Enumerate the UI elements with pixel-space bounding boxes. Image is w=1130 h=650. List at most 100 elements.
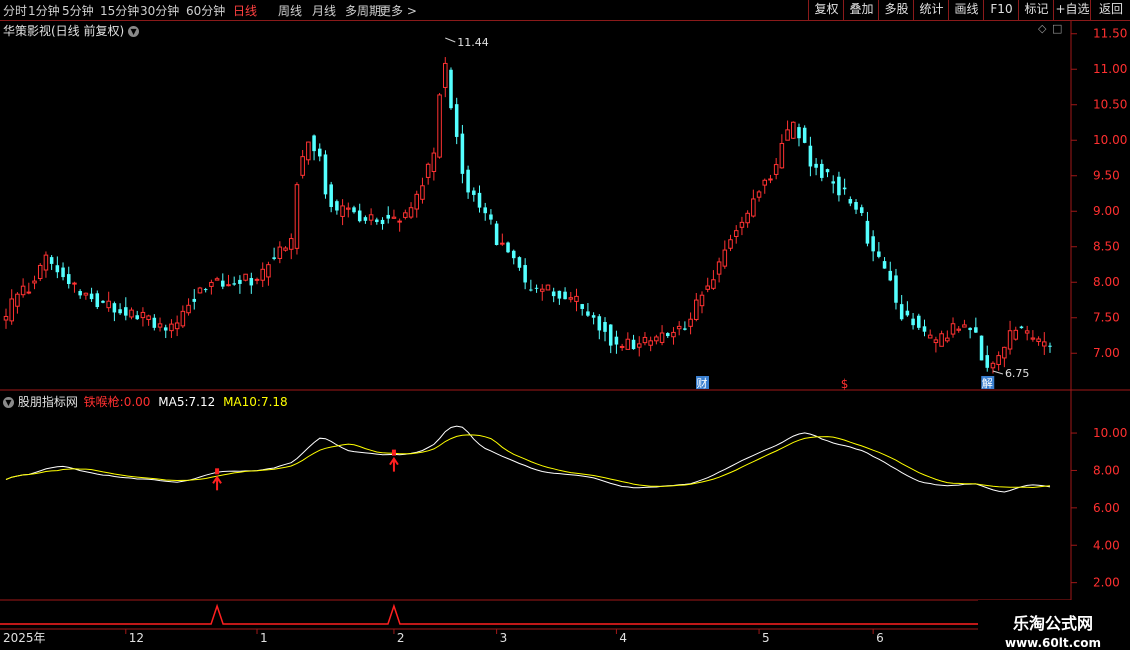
- signal-value: 0.00: [123, 395, 151, 409]
- candle-body-126: [722, 249, 728, 267]
- candle-body-21: [124, 307, 128, 316]
- candle-body-156: [894, 275, 898, 303]
- indicator-axis: 2.00 4.00 6.00 8.00 10.00: [1071, 426, 1127, 590]
- candle-body-144: [825, 169, 830, 173]
- toolbar-button-5[interactable]: F10: [983, 0, 1019, 20]
- square-icon[interactable]: □: [1052, 22, 1062, 35]
- candle-body-23: [135, 315, 139, 320]
- candle-body-10: [61, 267, 65, 278]
- candle-body-94: [539, 288, 545, 292]
- candle-body-77: [443, 62, 448, 88]
- timeframe-10[interactable]: 更多 >: [379, 2, 417, 19]
- candle-body-15: [89, 293, 94, 300]
- toolbar-button-7[interactable]: +自选: [1053, 0, 1091, 20]
- candle-body-150: [859, 207, 864, 214]
- chevron-down-icon[interactable]: ▼: [128, 26, 140, 37]
- candle-body-1: [9, 298, 14, 322]
- ind-tick-label-0: 2.00: [1093, 576, 1120, 590]
- candle-body-111: [636, 343, 642, 348]
- candle-body-81: [466, 169, 470, 193]
- candle-body-4: [26, 291, 32, 294]
- candle-body-165: [945, 337, 950, 342]
- timeframe-9[interactable]: 多周期: [345, 2, 381, 19]
- candle-body-122: [699, 294, 705, 307]
- candle-body-44: [254, 278, 260, 281]
- ind-tick-label-1: 4.00: [1093, 538, 1120, 552]
- candle-body-137: [785, 129, 790, 141]
- candle-body-146: [837, 176, 841, 196]
- timeframe-8[interactable]: 月线: [312, 2, 336, 19]
- toolbar-button-8[interactable]: 返回: [1090, 0, 1130, 20]
- timeframe-0[interactable]: 分时: [3, 2, 27, 19]
- candle-body-42: [243, 273, 248, 281]
- timeframe-2[interactable]: 5分钟: [62, 2, 94, 19]
- candle-body-107: [614, 336, 619, 345]
- candle-body-50: [288, 238, 294, 250]
- candle-body-53: [306, 141, 311, 161]
- candle-body-98: [563, 291, 567, 300]
- candle-body-69: [397, 220, 402, 223]
- stock-title[interactable]: 华策影视(日线 前复权) ▼: [3, 22, 140, 39]
- signal-dot-0: [215, 468, 220, 475]
- month-label-6: 6: [876, 631, 884, 645]
- price-tick-label-6: 10.00: [1093, 133, 1127, 147]
- candle-body-151: [865, 220, 870, 244]
- candle-body-87: [500, 242, 505, 245]
- candle-body-101: [580, 304, 584, 309]
- candle-body-127: [728, 239, 733, 249]
- candle-body-174: [996, 355, 1001, 365]
- candle-body-120: [688, 318, 693, 327]
- candle-body-46: [266, 264, 271, 278]
- toolbar-button-6[interactable]: 标记: [1018, 0, 1054, 20]
- candle-body-95: [545, 284, 551, 291]
- price-tick-label-7: 10.50: [1093, 98, 1127, 112]
- candle-body-70: [403, 212, 408, 218]
- toolbar-button-3[interactable]: 统计: [913, 0, 949, 20]
- price-axis: 7.00 7.50 8.00 8.50 9.00 9.50 10.00 10.50 11.00 1…: [1071, 27, 1127, 360]
- candle-body-54: [312, 135, 316, 152]
- ma5-label: MA5:: [158, 395, 189, 409]
- candle-body-65: [375, 219, 379, 223]
- candle-body-136: [779, 142, 785, 169]
- candle-body-90: [517, 257, 522, 268]
- toolbar-button-1[interactable]: 叠加: [843, 0, 879, 20]
- candle-body-168: [962, 324, 967, 328]
- candle-body-26: [152, 317, 157, 328]
- timeframe-7[interactable]: 周线: [278, 2, 302, 19]
- diamond-icon[interactable]: ◇: [1038, 22, 1046, 35]
- candle-body-157: [899, 304, 904, 320]
- toolbar-button-2[interactable]: 多股: [878, 0, 914, 20]
- candle-body-85: [489, 214, 493, 220]
- candle-body-112: [642, 336, 648, 344]
- timeframe-6[interactable]: 日线: [233, 2, 257, 19]
- candle-body-28: [163, 327, 168, 331]
- indicator-title[interactable]: 股朋指标网: [18, 395, 78, 409]
- candle-body-115: [659, 332, 665, 343]
- price-tick-label-3: 8.50: [1093, 240, 1120, 254]
- candle-body-73: [420, 185, 425, 200]
- candle-body-14: [83, 292, 89, 296]
- candle-body-31: [180, 310, 186, 327]
- candle-body-171: [979, 335, 984, 361]
- price-tick-label-9: 11.50: [1093, 27, 1127, 41]
- event-label-1: $: [841, 377, 849, 391]
- candle-body-84: [483, 207, 487, 214]
- candle-body-57: [329, 184, 333, 207]
- candle-body-41: [238, 279, 242, 284]
- toolbar-button-0[interactable]: 复权: [808, 0, 844, 20]
- timeframe-5[interactable]: 60分钟: [186, 2, 225, 19]
- year-label: 2025年: [3, 631, 46, 645]
- price-tick-label-1: 7.50: [1093, 311, 1120, 325]
- candle-body-104: [597, 316, 602, 331]
- chevron-down-icon[interactable]: ▼: [3, 397, 14, 408]
- toolbar-button-4[interactable]: 画线: [948, 0, 984, 20]
- candle-body-142: [814, 163, 818, 168]
- candle-body-67: [386, 214, 390, 219]
- candle-body-134: [768, 178, 773, 181]
- candle-body-2: [15, 293, 20, 307]
- candle-body-132: [756, 191, 762, 198]
- timeframe-1[interactable]: 1分钟: [28, 2, 60, 19]
- timeframe-3[interactable]: 15分钟: [100, 2, 139, 19]
- timeframe-4[interactable]: 30分钟: [140, 2, 179, 19]
- candle-body-72: [414, 193, 420, 210]
